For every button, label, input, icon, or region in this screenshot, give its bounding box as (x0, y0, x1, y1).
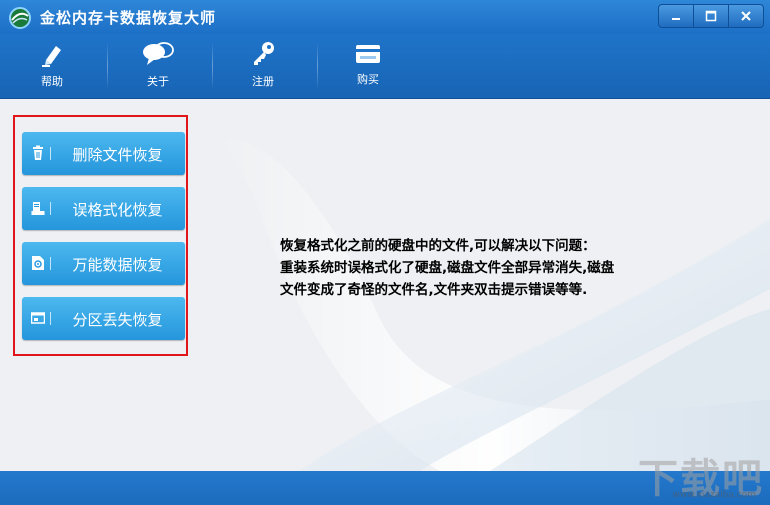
format-icon (31, 202, 45, 215)
maximize-icon (705, 10, 717, 22)
toolbar-about-button[interactable]: 关于 (106, 34, 210, 98)
toolbar-help-button[interactable]: 帮助 (0, 34, 104, 98)
watermark-url: www.xiazaiba.com (672, 490, 756, 500)
partition-recovery-button[interactable]: 分区丢失恢复 (22, 297, 185, 340)
toolbar-buy-button[interactable]: 购买 (316, 34, 420, 98)
app-window: 金松内存卡数据恢复大师 帮助 关于 注册 购买 删除文件恢复 误格式化恢复 万能… (0, 0, 770, 505)
description-line: 文件变成了奇怪的文件名,文件夹双击提示错误等等. (280, 282, 588, 298)
toolbar-register-label: 注册 (252, 75, 274, 88)
minimize-icon (672, 18, 680, 20)
button-divider (50, 147, 51, 160)
key-icon (254, 42, 274, 65)
close-icon (741, 11, 751, 21)
button-divider (50, 202, 51, 215)
delete-recovery-button[interactable]: 删除文件恢复 (22, 132, 185, 175)
close-button[interactable] (728, 4, 764, 28)
description-line: 恢复格式化之前的硬盘中的文件,可以解决以下问题： (280, 238, 596, 254)
minimize-button[interactable] (658, 4, 694, 28)
pen-icon (42, 46, 61, 67)
toolbar-buy-label: 购买 (357, 73, 379, 86)
toolbar: 帮助 关于 注册 购买 (0, 34, 770, 99)
title-bar[interactable]: 金松内存卡数据恢复大师 (0, 0, 770, 34)
format-recovery-button[interactable]: 误格式化恢复 (22, 187, 185, 230)
document-icon (32, 256, 44, 270)
description-line: 重装系统时误格式化了硬盘,磁盘文件全部异常消失,磁盘 (280, 260, 615, 276)
maximize-button[interactable] (693, 4, 729, 28)
toolbar-register-button[interactable]: 注册 (211, 34, 315, 98)
function-description: 恢复格式化之前的硬盘中的文件,可以解决以下问题： 重装系统时误格式化了硬盘,磁盘… (280, 235, 710, 301)
universal-recovery-button[interactable]: 万能数据恢复 (22, 242, 185, 285)
app-logo-icon (9, 7, 31, 29)
button-divider (50, 257, 51, 270)
card-icon (356, 45, 380, 63)
main-panel: 删除文件恢复 误格式化恢复 万能数据恢复 分区丢失恢复 恢复格式化之前的硬盘中的… (0, 99, 770, 471)
delete-recovery-label: 删除文件恢复 (72, 146, 163, 164)
universal-recovery-label: 万能数据恢复 (72, 256, 163, 274)
toolbar-help-label: 帮助 (41, 75, 63, 88)
window-title: 金松内存卡数据恢复大师 (40, 9, 217, 27)
button-divider (50, 312, 51, 325)
chat-bubbles-icon (143, 42, 174, 65)
trash-icon (33, 145, 43, 160)
format-recovery-label: 误格式化恢复 (72, 201, 163, 219)
window-controls (658, 4, 764, 28)
partition-recovery-label: 分区丢失恢复 (72, 311, 163, 329)
toolbar-about-label: 关于 (147, 75, 169, 88)
partition-icon (31, 312, 45, 324)
